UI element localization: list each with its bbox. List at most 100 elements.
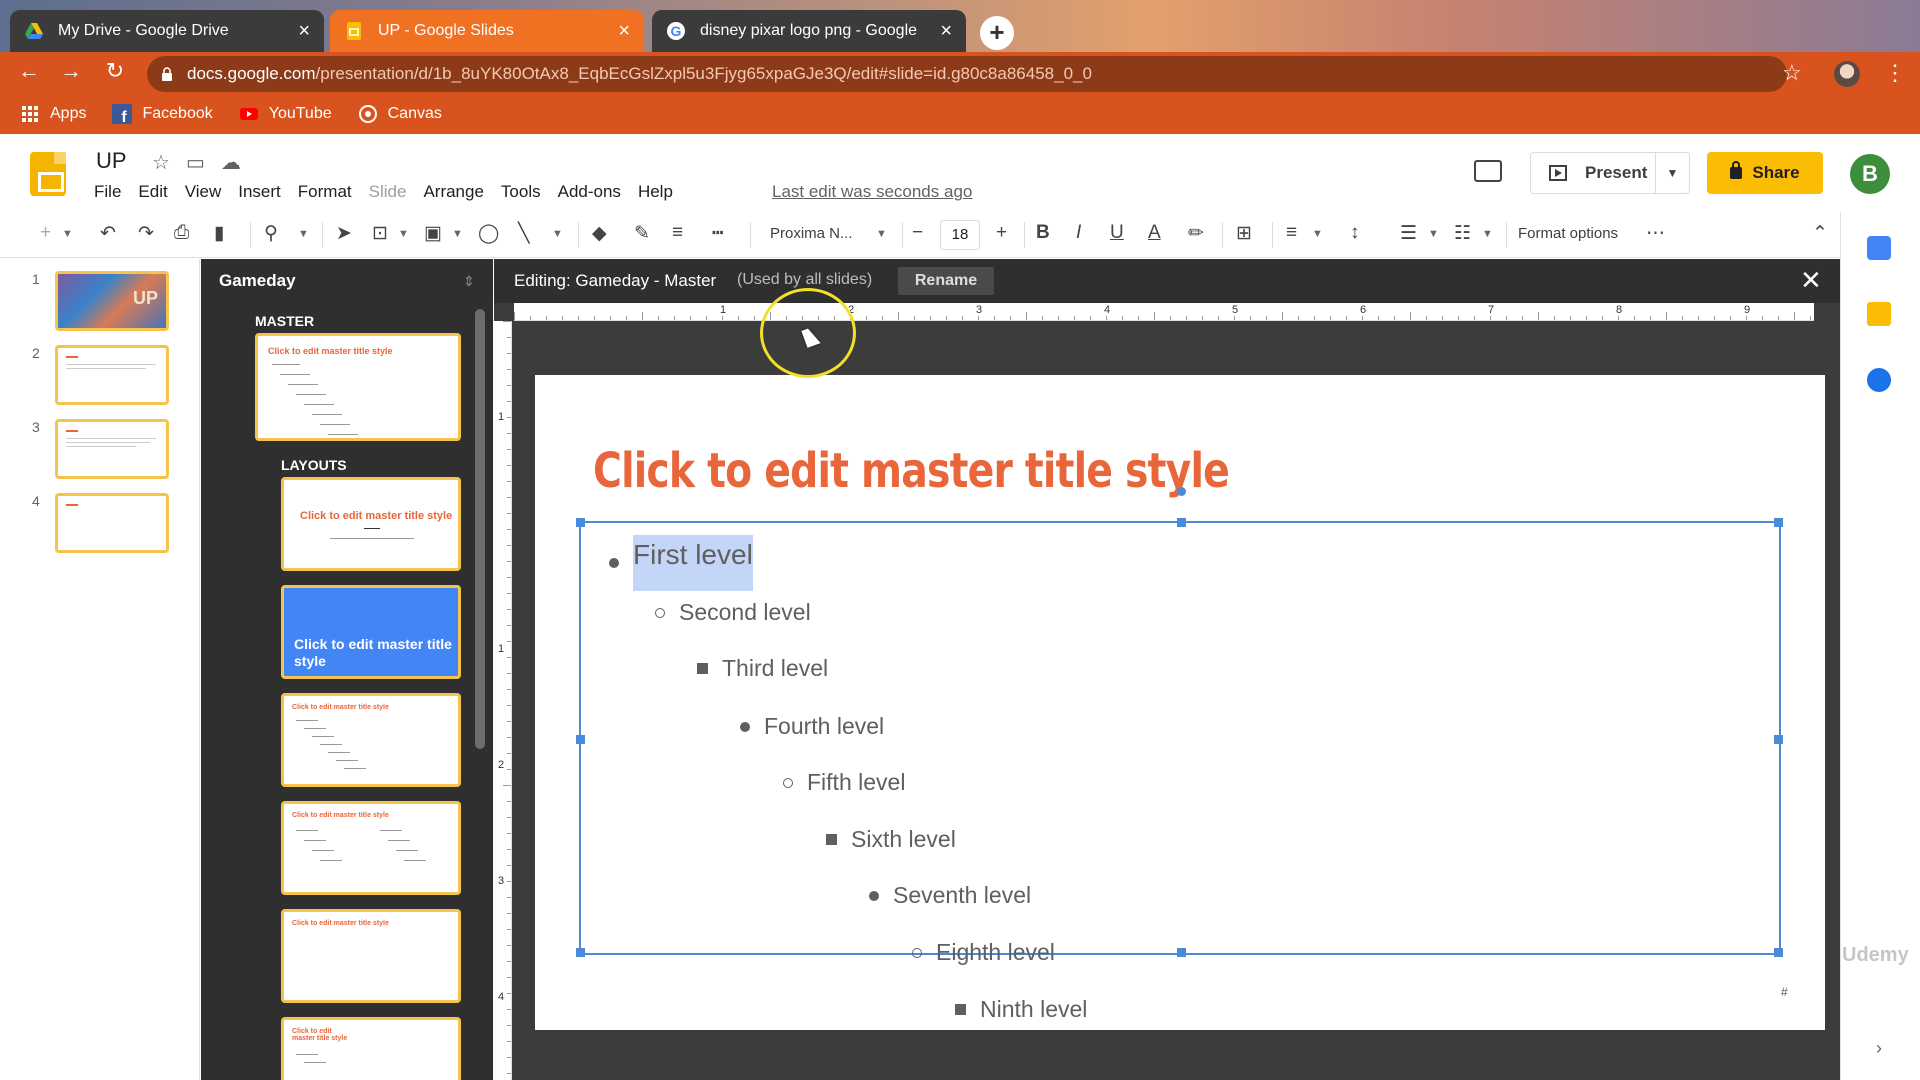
- redo-icon[interactable]: ↷: [138, 222, 154, 245]
- layout-thumbnail-title-only[interactable]: Click to edit master title style: [281, 909, 461, 1003]
- bullet-level-3[interactable]: Third level: [697, 655, 828, 682]
- menu-format[interactable]: Format: [298, 182, 352, 202]
- cloud-status-icon[interactable]: ☁: [221, 150, 241, 175]
- resize-handle[interactable]: [576, 518, 585, 527]
- text-box-dropdown-icon[interactable]: ▼: [398, 228, 409, 240]
- master-thumbnail[interactable]: Click to edit master title style: [255, 333, 461, 441]
- menu-view[interactable]: View: [185, 182, 222, 202]
- zoom-dropdown-icon[interactable]: ▼: [298, 228, 309, 240]
- move-folder-icon[interactable]: ▭: [186, 150, 205, 175]
- italic-icon[interactable]: I: [1076, 222, 1081, 244]
- slide-thumbnail-1[interactable]: UP: [55, 271, 169, 331]
- border-color-icon[interactable]: ✎: [634, 222, 650, 245]
- format-options-button[interactable]: Format options: [1518, 225, 1618, 242]
- close-icon[interactable]: ✕: [1800, 265, 1822, 296]
- close-tab-icon[interactable]: ×: [298, 20, 310, 43]
- menu-arrange[interactable]: Arrange: [423, 182, 483, 202]
- bulleted-list-dropdown-icon[interactable]: ▼: [1482, 228, 1493, 240]
- share-button[interactable]: Share: [1707, 152, 1823, 194]
- present-button[interactable]: Present ▼: [1530, 152, 1690, 194]
- menu-tools[interactable]: Tools: [501, 182, 541, 202]
- undo-icon[interactable]: ↶: [100, 222, 116, 245]
- font-family-select[interactable]: Proxima N...: [770, 225, 853, 242]
- panel-resize-icon[interactable]: ⇕: [463, 273, 475, 290]
- image-icon[interactable]: ▣: [424, 222, 442, 245]
- fill-color-icon[interactable]: ◆: [592, 222, 607, 245]
- star-icon[interactable]: ☆: [152, 150, 170, 175]
- underline-icon[interactable]: U: [1110, 222, 1124, 244]
- font-dropdown-icon[interactable]: ▼: [876, 228, 887, 240]
- resize-handle[interactable]: [1774, 518, 1783, 527]
- resize-handle[interactable]: [1774, 948, 1783, 957]
- insert-link-icon[interactable]: ⊞: [1236, 222, 1252, 245]
- menu-add-ons[interactable]: Add-ons: [558, 182, 621, 202]
- keep-icon[interactable]: [1867, 302, 1891, 326]
- rename-button[interactable]: Rename: [898, 267, 994, 295]
- bullet-level-2[interactable]: Second level: [655, 599, 811, 626]
- close-tab-icon[interactable]: ×: [618, 20, 630, 43]
- bulleted-list-icon[interactable]: ☷: [1454, 222, 1471, 245]
- menu-file[interactable]: File: [94, 182, 121, 202]
- tab-google-search[interactable]: G disney pixar logo png - Google ×: [652, 10, 966, 52]
- slide-number-placeholder[interactable]: #: [1781, 985, 1788, 999]
- bullet-level-6[interactable]: Sixth level: [826, 826, 956, 853]
- numbered-list-icon[interactable]: ☰: [1400, 222, 1417, 245]
- address-bar[interactable]: docs.google.com /presentation/d/1b_8uYK8…: [147, 56, 1787, 92]
- browser-profile-avatar[interactable]: [1834, 61, 1860, 87]
- expand-side-panel-icon[interactable]: ›: [1876, 1038, 1882, 1059]
- resize-handle[interactable]: [576, 735, 585, 744]
- print-icon[interactable]: ⎙: [174, 222, 189, 244]
- decrease-font-size-button[interactable]: −: [912, 222, 923, 244]
- bookmark-youtube[interactable]: YouTube: [239, 104, 332, 124]
- resize-handle[interactable]: [1177, 948, 1186, 957]
- new-slide-icon[interactable]: +: [40, 222, 51, 244]
- line-dropdown-icon[interactable]: ▼: [552, 228, 563, 240]
- calendar-icon[interactable]: [1867, 236, 1891, 260]
- account-avatar[interactable]: B: [1850, 154, 1890, 194]
- comment-history-icon[interactable]: [1474, 160, 1502, 182]
- bookmark-apps[interactable]: Apps: [20, 104, 86, 124]
- resize-handle[interactable]: [576, 948, 585, 957]
- align-dropdown-icon[interactable]: ▼: [1312, 228, 1323, 240]
- bookmark-facebook[interactable]: f Facebook: [112, 104, 213, 124]
- text-color-icon[interactable]: A: [1148, 222, 1161, 244]
- last-edit-link[interactable]: Last edit was seconds ago: [772, 182, 972, 202]
- reload-icon[interactable]: ↻: [100, 58, 130, 84]
- new-slide-dropdown-icon[interactable]: ▼: [62, 228, 73, 240]
- bullet-level-8[interactable]: Eighth level: [912, 939, 1055, 966]
- tasks-icon[interactable]: [1867, 368, 1891, 392]
- more-options-icon[interactable]: ⋯: [1646, 222, 1665, 245]
- back-icon[interactable]: ←: [14, 58, 44, 84]
- vertical-ruler[interactable]: 1 1 2 3 4: [494, 321, 512, 1080]
- close-tab-icon[interactable]: ×: [940, 20, 952, 43]
- font-size-input[interactable]: 18: [940, 220, 980, 250]
- increase-font-size-button[interactable]: +: [996, 222, 1007, 244]
- shape-icon[interactable]: ◯: [478, 222, 499, 245]
- paint-format-icon[interactable]: ▮: [214, 222, 224, 245]
- resize-handle[interactable]: [1774, 735, 1783, 744]
- layout-thumbnail-two-columns[interactable]: Click to edit master title style: [281, 801, 461, 895]
- bookmark-canvas[interactable]: Canvas: [358, 104, 442, 124]
- align-icon[interactable]: ≡: [1286, 222, 1297, 244]
- present-dropdown-icon[interactable]: ▼: [1655, 153, 1689, 193]
- resize-handle[interactable]: [1177, 518, 1186, 527]
- menu-edit[interactable]: Edit: [138, 182, 167, 202]
- layout-thumbnail-section[interactable]: Click to edit master title style: [281, 585, 461, 679]
- menu-help[interactable]: Help: [638, 182, 673, 202]
- horizontal-ruler[interactable]: 1 2 3 4 5 6 7 8 9: [514, 303, 1814, 321]
- tab-google-drive[interactable]: My Drive - Google Drive ×: [10, 10, 324, 52]
- select-cursor-icon[interactable]: ➤: [336, 222, 352, 245]
- image-dropdown-icon[interactable]: ▼: [452, 228, 463, 240]
- border-weight-icon[interactable]: ≡: [672, 222, 683, 244]
- layout-thumbnail-one-column[interactable]: Click to edit master title style: [281, 1017, 461, 1080]
- bullet-level-9[interactable]: Ninth level: [955, 996, 1087, 1023]
- bullet-level-4[interactable]: Fourth level: [740, 713, 884, 740]
- layout-thumbnail-title[interactable]: Click to edit master title style: [281, 477, 461, 571]
- slide-thumbnail-3[interactable]: [55, 419, 169, 479]
- bold-icon[interactable]: B: [1036, 222, 1050, 244]
- numbered-list-dropdown-icon[interactable]: ▼: [1428, 228, 1439, 240]
- document-title[interactable]: UP: [96, 148, 127, 174]
- highlight-color-icon[interactable]: ✏: [1188, 222, 1204, 245]
- forward-icon[interactable]: →: [56, 58, 86, 84]
- slide-thumbnail-2[interactable]: [55, 345, 169, 405]
